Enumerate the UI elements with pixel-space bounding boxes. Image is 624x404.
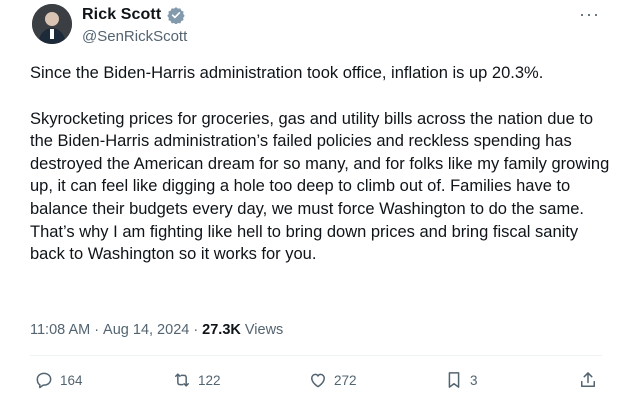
reply-count: 164 xyxy=(60,372,83,388)
tweet-card: Rick Scott @SenRickScott ··· Since the B… xyxy=(0,0,624,404)
verified-badge-icon xyxy=(167,7,185,24)
tweet-text: Since the Biden-Harris administration to… xyxy=(30,62,610,266)
repost-icon xyxy=(175,373,189,387)
tweet-paragraph: Since the Biden-Harris administration to… xyxy=(30,64,544,82)
bookmark-button[interactable]: 3 xyxy=(444,370,478,390)
tweet-meta: 11:08 AM · Aug 14, 2024 · 27.3K Views xyxy=(30,322,283,338)
like-button[interactable]: 272 xyxy=(308,370,357,390)
bookmark-icon xyxy=(448,372,460,388)
views-count: 27.3K xyxy=(202,322,241,338)
like-count: 272 xyxy=(334,372,357,388)
bookmark-count: 3 xyxy=(470,372,478,388)
avatar-image xyxy=(32,4,72,44)
tweet-paragraph: Skyrocketing prices for groceries, gas a… xyxy=(30,109,610,264)
share-button[interactable] xyxy=(578,370,598,390)
user-handle[interactable]: @SenRickScott xyxy=(82,28,187,45)
avatar[interactable] xyxy=(32,4,72,44)
repost-button[interactable]: 122 xyxy=(172,370,221,390)
tweet-time[interactable]: 11:08 AM xyxy=(30,322,90,338)
name-row: Rick Scott xyxy=(82,6,185,24)
tweet-date[interactable]: Aug 14, 2024 xyxy=(103,322,189,338)
more-options-icon[interactable]: ··· xyxy=(579,4,600,25)
views-label: Views xyxy=(244,322,284,338)
meta-separator: · xyxy=(94,322,100,338)
reply-icon xyxy=(36,372,52,389)
reply-button[interactable]: 164 xyxy=(34,370,83,390)
share-icon xyxy=(581,372,595,387)
divider xyxy=(30,355,602,356)
meta-separator: · xyxy=(193,322,199,338)
heart-icon xyxy=(311,373,325,388)
display-name[interactable]: Rick Scott xyxy=(82,6,161,24)
action-bar: 164 122 272 3 xyxy=(0,370,624,394)
repost-count: 122 xyxy=(198,372,221,388)
